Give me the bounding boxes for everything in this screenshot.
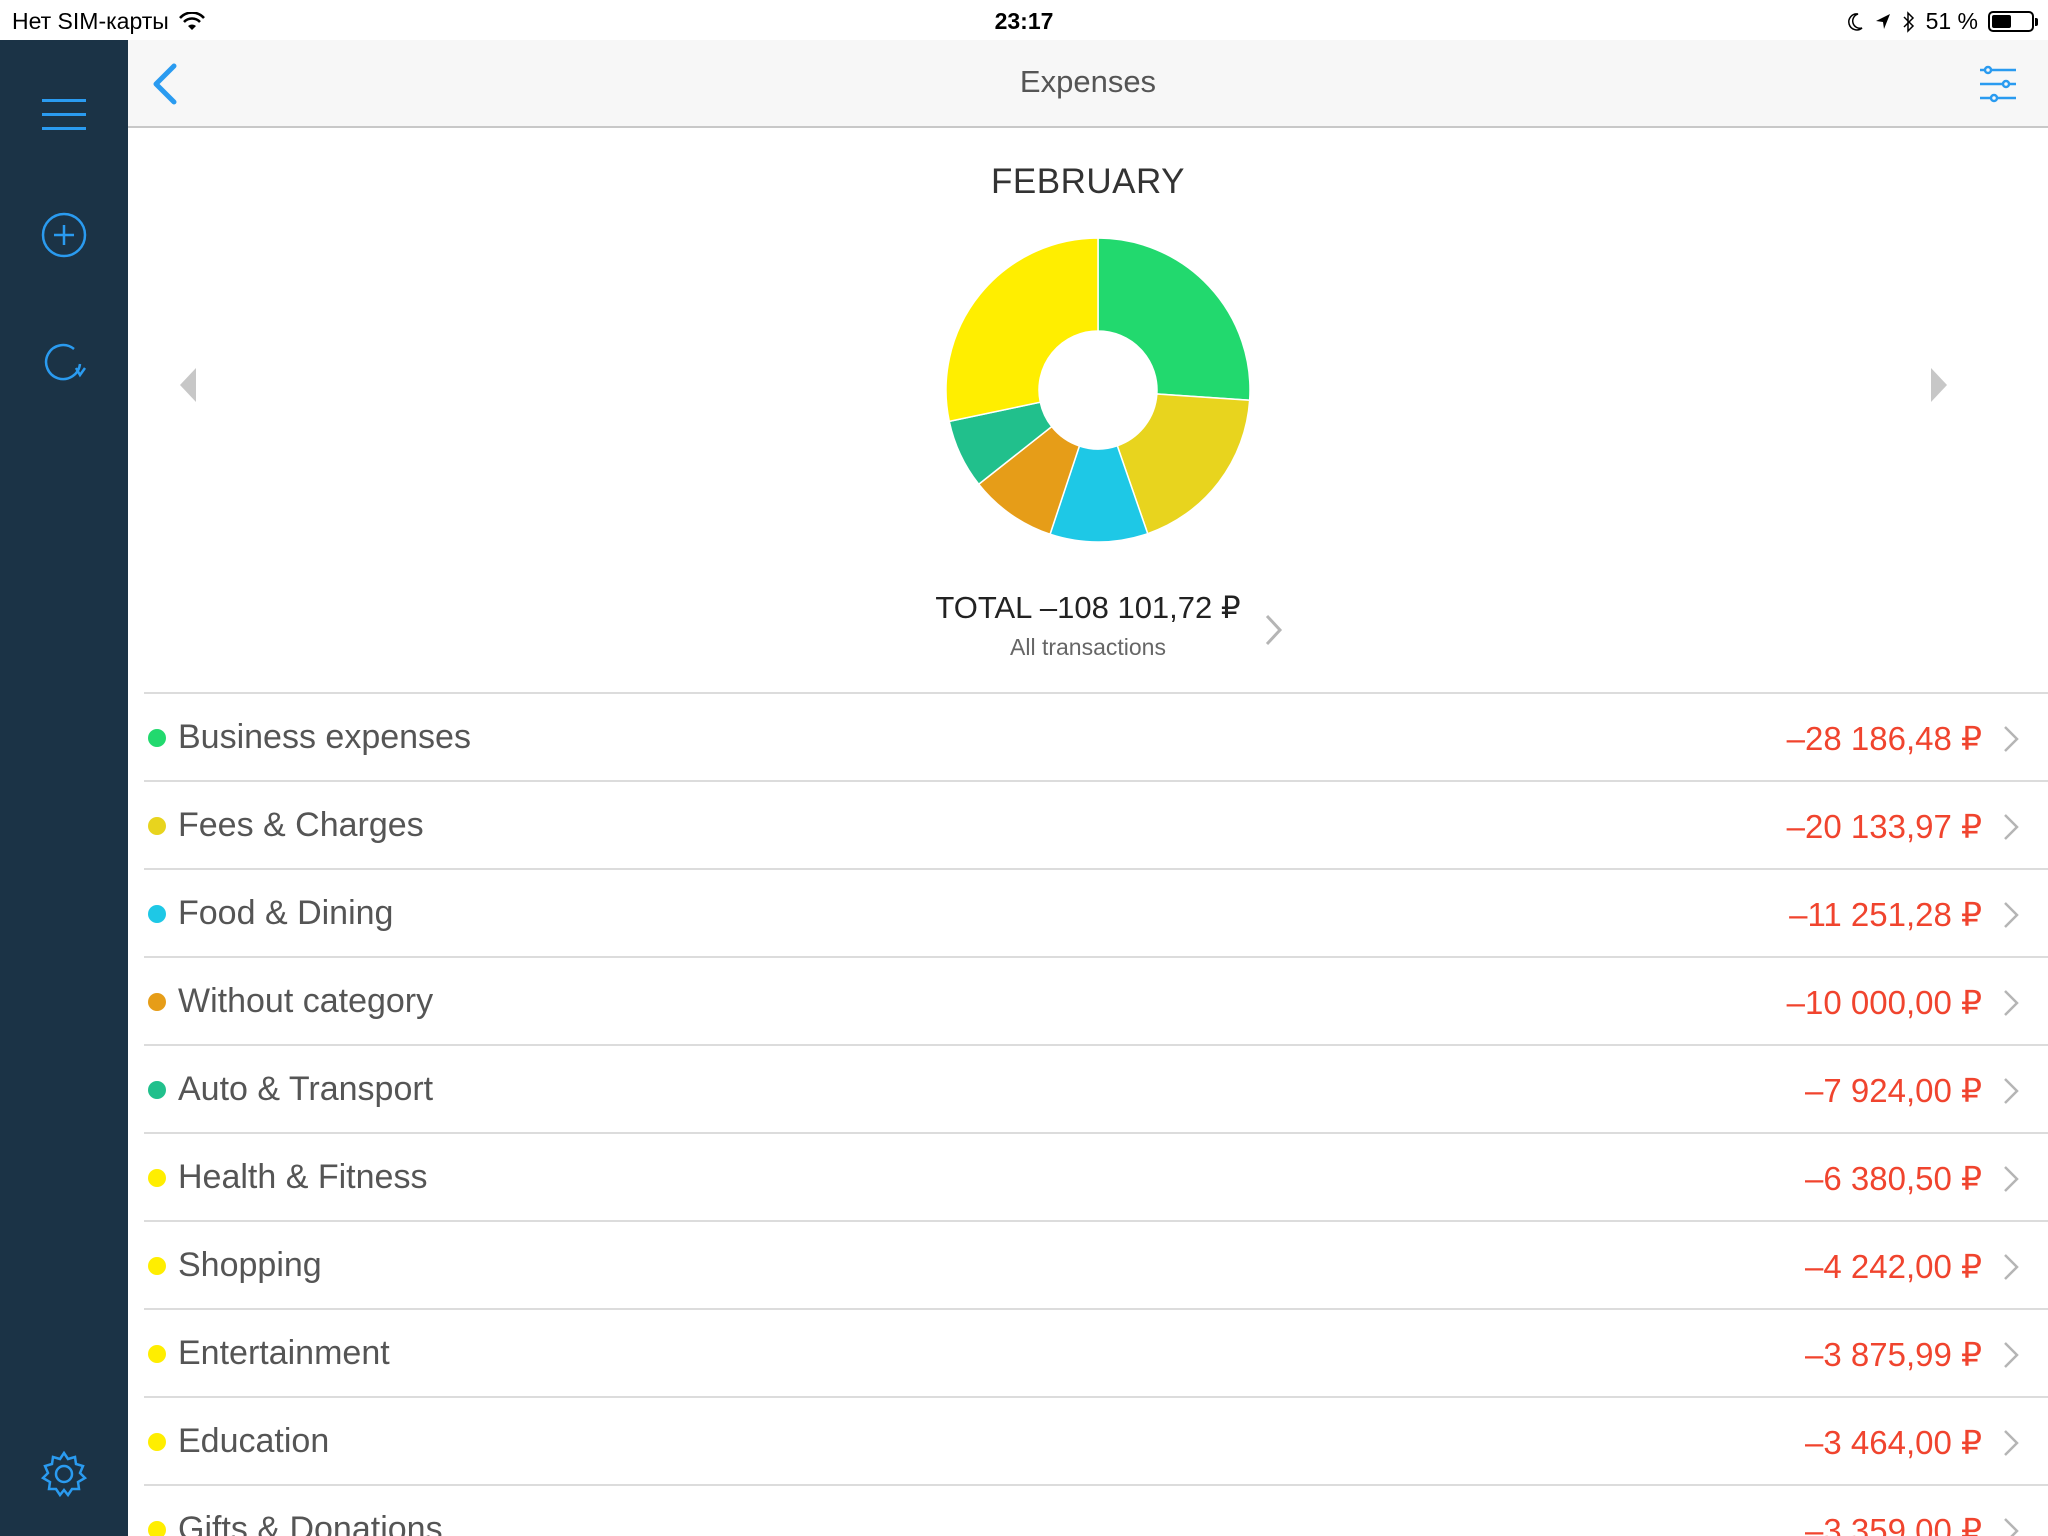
chevron-right-icon — [2004, 1078, 2019, 1104]
moon-icon — [1847, 12, 1863, 31]
total-amount: TOTAL –108 101,72 ₽ — [935, 590, 1241, 625]
category-list: Business expenses –28 186,48 ₽ Fees & Char… — [144, 692, 2048, 1536]
category-amount: –10 000,00 ₽ — [1786, 984, 1982, 1021]
menu-button[interactable] — [34, 85, 94, 145]
category-label: Food & Dining — [178, 894, 394, 932]
status-time: 23:17 — [994, 8, 1054, 34]
chevron-right-icon — [2004, 1342, 2019, 1368]
category-color-dot — [148, 817, 166, 835]
all-transactions-link[interactable]: All transactions — [128, 634, 2048, 661]
filter-button[interactable] — [1976, 62, 2020, 106]
category-row[interactable]: Business expenses –28 186,48 ₽ — [144, 694, 2048, 782]
category-label: Shopping — [178, 1246, 322, 1284]
expenses-donut-chart — [945, 237, 1251, 543]
battery-percent: 51 % — [1925, 8, 1978, 34]
category-row[interactable]: Education –3 464,00 ₽ — [144, 1398, 2048, 1486]
total-summary[interactable]: TOTAL –108 101,72 ₽ All transactions — [128, 590, 2048, 661]
category-color-dot — [148, 1345, 166, 1363]
previous-month-arrow-icon[interactable] — [178, 366, 198, 404]
category-amount: –4 242,00 ₽ — [1805, 1248, 1982, 1285]
add-transaction-button[interactable] — [34, 205, 94, 265]
category-amount: –6 380,50 ₽ — [1805, 1160, 1982, 1197]
category-amount: –11 251,28 ₽ — [1789, 896, 1982, 933]
pie-slice-0 — [1097, 237, 1251, 402]
category-label: Fees & Charges — [178, 806, 424, 844]
category-color-dot — [148, 1169, 166, 1187]
chevron-right-icon — [2004, 726, 2019, 752]
settings-gear-icon — [40, 1450, 88, 1498]
chevron-right-icon — [2004, 814, 2019, 840]
status-bar: Нет SIM-карты 23:17 51 % — [0, 0, 2048, 40]
chevron-right-icon — [2004, 990, 2019, 1016]
category-label: Education — [178, 1422, 330, 1460]
category-row[interactable]: Gifts & Donations –3 359,00 ₽ — [144, 1486, 2048, 1536]
chevron-right-icon — [2004, 902, 2019, 928]
category-color-dot — [148, 1521, 166, 1536]
navigation-bar: Expenses — [128, 40, 2048, 128]
chevron-right-icon — [2004, 1166, 2019, 1192]
category-amount: –20 133,97 ₽ — [1786, 808, 1982, 845]
page-title: Expenses — [1019, 64, 1157, 99]
sync-icon — [44, 343, 87, 381]
sidebar — [0, 40, 128, 1536]
category-color-dot — [148, 1081, 166, 1099]
sliders-icon — [1980, 65, 2016, 103]
main-content: Expenses FEBRUARY TOTAL –108 101,72 ₽ Al… — [128, 40, 2048, 1536]
category-label: Business expenses — [178, 718, 471, 756]
category-label: Auto & Transport — [178, 1070, 434, 1108]
category-label: Health & Fitness — [178, 1158, 428, 1196]
category-row[interactable]: Fees & Charges –20 133,97 ₽ — [144, 782, 2048, 870]
category-amount: –7 924,00 ₽ — [1805, 1072, 1982, 1109]
category-row[interactable]: Without category –10 000,00 ₽ — [144, 958, 2048, 1046]
category-row[interactable]: Health & Fitness –6 380,50 ₽ — [144, 1134, 2048, 1222]
next-month-arrow-icon[interactable] — [1929, 366, 1949, 404]
category-label: Without category — [178, 982, 434, 1020]
category-amount: –3 875,99 ₽ — [1805, 1336, 1982, 1373]
pie-slice-5 — [945, 237, 1099, 423]
chevron-right-icon — [2004, 1254, 2019, 1280]
category-row[interactable]: Food & Dining –11 251,28 ₽ — [144, 870, 2048, 958]
chevron-right-icon — [2004, 1518, 2019, 1536]
settings-button[interactable] — [34, 1444, 94, 1504]
category-color-dot — [148, 993, 166, 1011]
category-label: Gifts & Donations — [178, 1510, 443, 1536]
category-color-dot — [148, 729, 166, 747]
category-color-dot — [148, 1257, 166, 1275]
category-row[interactable]: Shopping –4 242,00 ₽ — [144, 1222, 2048, 1310]
category-row[interactable]: Entertainment –3 875,99 ₽ — [144, 1310, 2048, 1398]
battery-level — [1992, 15, 2012, 28]
category-row[interactable]: Auto & Transport –7 924,00 ₽ — [144, 1046, 2048, 1134]
bluetooth-icon — [1903, 10, 1914, 33]
category-color-dot — [148, 905, 166, 923]
chevron-right-icon — [2004, 1430, 2019, 1456]
category-color-dot — [148, 1433, 166, 1451]
sync-button[interactable] — [34, 332, 94, 392]
month-title: FEBRUARY — [991, 162, 1185, 201]
category-amount: –28 186,48 ₽ — [1786, 720, 1982, 757]
battery-icon — [1988, 11, 2038, 32]
category-label: Entertainment — [178, 1334, 390, 1372]
menu-icon — [42, 99, 86, 130]
chevron-right-icon[interactable] — [1264, 612, 1284, 648]
add-circle-icon — [41, 212, 87, 258]
location-arrow-icon — [1875, 13, 1890, 29]
category-amount: –3 359,00 ₽ — [1805, 1512, 1982, 1536]
category-amount: –3 464,00 ₽ — [1805, 1424, 1982, 1461]
